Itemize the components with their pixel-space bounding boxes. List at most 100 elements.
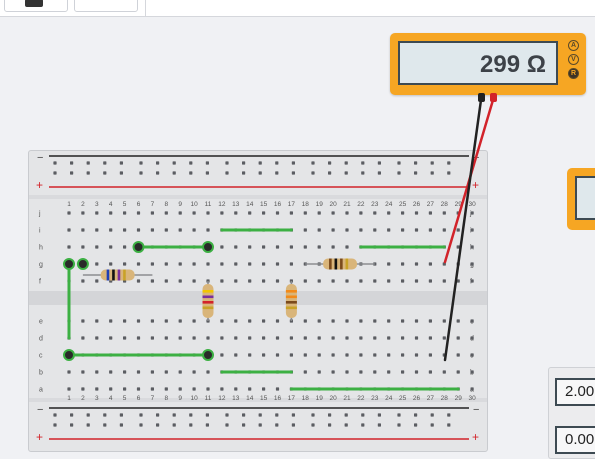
breadboard-hole[interactable] — [387, 211, 391, 215]
breadboard-hole[interactable] — [95, 228, 99, 232]
rail-hole[interactable] — [361, 171, 365, 175]
breadboard-hole[interactable] — [136, 228, 141, 232]
breadboard-hole[interactable] — [401, 336, 405, 340]
breadboard-hole[interactable] — [345, 353, 349, 357]
breadboard-hole[interactable] — [178, 319, 182, 323]
toolbar-button[interactable] — [4, 0, 68, 12]
rail-hole[interactable] — [225, 423, 229, 427]
breadboard-hole[interactable] — [178, 211, 182, 215]
breadboard-hole[interactable] — [109, 387, 113, 391]
breadboard-hole[interactable] — [401, 211, 405, 215]
breadboard-hole[interactable] — [317, 370, 321, 374]
wire-endpoint[interactable] — [76, 258, 89, 270]
rail-hole[interactable] — [70, 171, 74, 175]
breadboard-hole[interactable] — [150, 279, 154, 283]
breadboard-hole[interactable] — [262, 211, 266, 215]
breadboard-hole[interactable] — [136, 279, 141, 283]
rail-hole[interactable] — [430, 423, 434, 427]
breadboard-hole[interactable] — [262, 319, 266, 323]
rail-hole[interactable] — [344, 161, 348, 165]
breadboard-hole[interactable] — [262, 262, 266, 266]
breadboard-hole[interactable] — [442, 279, 446, 283]
breadboard-hole[interactable] — [234, 245, 238, 249]
breadboard-hole[interactable] — [470, 370, 474, 374]
rail-hole[interactable] — [311, 161, 315, 165]
breadboard-hole[interactable] — [317, 319, 321, 323]
breadboard-hole[interactable] — [275, 387, 280, 391]
breadboard-hole[interactable] — [234, 336, 238, 340]
rail-hole[interactable] — [311, 423, 315, 427]
breadboard-hole[interactable] — [303, 279, 307, 283]
breadboard-hole[interactable] — [150, 336, 154, 340]
breadboard-hole[interactable] — [359, 336, 363, 340]
breadboard-hole[interactable] — [67, 211, 71, 215]
breadboard-hole[interactable] — [289, 211, 293, 215]
breadboard-hole[interactable] — [442, 336, 446, 340]
rail-hole[interactable] — [275, 413, 279, 417]
rail-hole[interactable] — [397, 423, 401, 427]
breadboard-hole[interactable] — [234, 279, 238, 283]
breadboard-hole[interactable] — [345, 319, 349, 323]
breadboard-hole[interactable] — [123, 228, 127, 232]
rail-hole[interactable] — [258, 423, 262, 427]
rail-hole[interactable] — [397, 171, 401, 175]
breadboard-hole[interactable] — [373, 228, 377, 232]
breadboard-hole[interactable] — [234, 211, 238, 215]
breadboard-hole[interactable] — [387, 353, 391, 357]
rail-hole[interactable] — [205, 423, 209, 427]
rail-hole[interactable] — [430, 171, 434, 175]
breadboard-hole[interactable] — [206, 387, 210, 391]
rail-hole[interactable] — [225, 171, 229, 175]
rail-hole[interactable] — [53, 161, 57, 165]
rail-hole[interactable] — [86, 423, 90, 427]
rail-hole[interactable] — [414, 413, 418, 417]
breadboard-hole[interactable] — [373, 353, 377, 357]
breadboard-hole[interactable] — [442, 262, 446, 266]
breadboard-hole[interactable] — [373, 370, 377, 374]
rail-hole[interactable] — [275, 161, 279, 165]
breadboard-hole[interactable] — [331, 370, 335, 374]
breadboard-hole[interactable] — [275, 279, 280, 283]
breadboard-hole[interactable] — [317, 336, 321, 340]
rail-hole[interactable] — [70, 423, 74, 427]
breadboard-hole[interactable] — [428, 336, 432, 340]
breadboard-hole[interactable] — [164, 211, 168, 215]
breadboard-hole[interactable] — [123, 211, 127, 215]
breadboard-hole[interactable] — [401, 262, 405, 266]
rail-hole[interactable] — [189, 161, 193, 165]
breadboard-hole[interactable] — [470, 353, 474, 357]
rail-hole[interactable] — [291, 423, 295, 427]
breadboard-hole[interactable] — [109, 319, 113, 323]
breadboard-hole[interactable] — [150, 370, 154, 374]
rail-hole[interactable] — [172, 171, 176, 175]
breadboard-hole[interactable] — [150, 262, 154, 266]
rail-hole[interactable] — [361, 413, 365, 417]
rail-hole[interactable] — [172, 413, 176, 417]
breadboard-hole[interactable] — [150, 387, 154, 391]
rail-hole[interactable] — [447, 413, 451, 417]
resistor[interactable] — [202, 281, 214, 321]
breadboard-hole[interactable] — [331, 279, 335, 283]
breadboard-hole[interactable] — [414, 319, 419, 323]
breadboard-hole[interactable] — [123, 370, 127, 374]
breadboard-hole[interactable] — [387, 279, 391, 283]
rail-hole[interactable] — [103, 413, 107, 417]
breadboard-hole[interactable] — [359, 228, 363, 232]
breadboard-hole[interactable] — [178, 370, 182, 374]
breadboard-hole[interactable] — [95, 319, 99, 323]
breadboard-hole[interactable] — [345, 279, 349, 283]
breadboard-hole[interactable] — [234, 319, 238, 323]
breadboard-hole[interactable] — [331, 211, 335, 215]
secondary-meter[interactable] — [567, 168, 595, 230]
breadboard-hole[interactable] — [401, 370, 405, 374]
breadboard-hole[interactable] — [123, 245, 127, 249]
breadboard-hole[interactable] — [373, 279, 377, 283]
wire-endpoint[interactable] — [202, 241, 214, 253]
breadboard-hole[interactable] — [81, 319, 85, 323]
rail-hole[interactable] — [377, 161, 381, 165]
breadboard-hole[interactable] — [401, 353, 405, 357]
breadboard-hole[interactable] — [456, 336, 460, 340]
rail-hole[interactable] — [275, 171, 279, 175]
breadboard-hole[interactable] — [289, 262, 293, 266]
breadboard-hole[interactable] — [456, 353, 460, 357]
